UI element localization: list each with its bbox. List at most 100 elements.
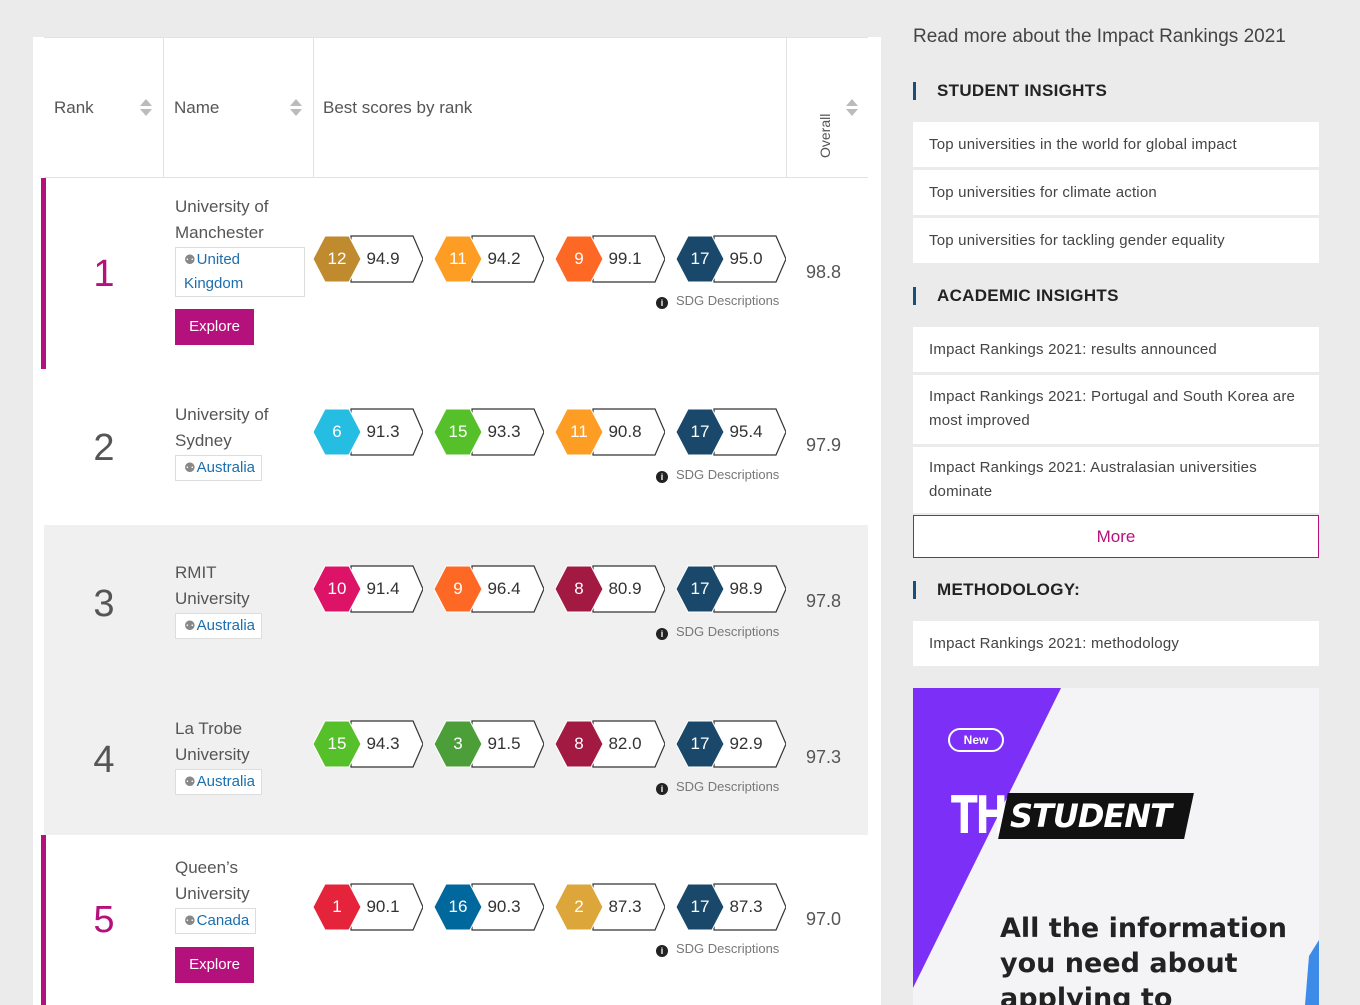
sdg-score-badge[interactable]: 1 90.1: [313, 881, 423, 933]
table-row: 3 RMIT University ⚉Australia 10 91.4 9 96.4 8 80…: [44, 525, 868, 682]
location-pin-icon: ⚉: [184, 252, 196, 267]
scores-column-header: Best scores by rank: [313, 38, 787, 178]
sdg-score-badge[interactable]: 17 95.0: [676, 233, 786, 285]
the-student-advert[interactable]: New THE STUDENT All the information you …: [913, 688, 1319, 1005]
country-tag[interactable]: ⚉Australia: [175, 769, 263, 795]
university-name[interactable]: Queen’s University: [175, 855, 295, 907]
university-name[interactable]: University of Manchester: [175, 194, 295, 246]
sdg-score-badge[interactable]: 10 91.4: [313, 563, 423, 615]
country-tag[interactable]: ⚉Australia: [175, 613, 263, 639]
sdg-number: 17: [690, 579, 710, 598]
location-pin-icon: ⚉: [184, 913, 196, 928]
sdg-score-badge[interactable]: 12 94.9: [313, 233, 423, 285]
sdg-score-badge[interactable]: 9 99.1: [555, 233, 665, 285]
sidebar-link[interactable]: Impact Rankings 2021: Australasian unive…: [913, 447, 1319, 513]
sidebar-link[interactable]: Impact Rankings 2021: methodology: [913, 621, 1319, 666]
sdg-descriptions-link[interactable]: i SDG Descriptions: [656, 779, 779, 795]
advert-text: All the information you need about apply…: [1000, 913, 1288, 1005]
sdg-number: 9: [453, 579, 463, 598]
overall-score: 98.8: [806, 262, 842, 282]
explore-button[interactable]: Explore: [175, 309, 254, 345]
sdg-number: 11: [449, 249, 467, 268]
university-name[interactable]: La Trobe University: [175, 716, 295, 768]
sdg-score: 94.9: [366, 249, 400, 268]
sdg-score: 94.3: [366, 734, 400, 753]
sort-icon[interactable]: [140, 99, 152, 119]
more-button[interactable]: More: [913, 515, 1319, 558]
sdg-score-badge[interactable]: 8 80.9: [555, 563, 665, 615]
rank-number: 5: [93, 899, 115, 941]
sdg-score-badge[interactable]: 15 93.3: [434, 406, 544, 458]
sdg-score-badge[interactable]: 17 92.9: [676, 718, 786, 770]
sdg-descriptions-label: SDG Descriptions: [676, 467, 780, 482]
info-icon: i: [656, 783, 668, 795]
sdg-number: 17: [690, 897, 710, 916]
info-icon: i: [656, 471, 668, 483]
sdg-descriptions-link[interactable]: i SDG Descriptions: [656, 293, 779, 309]
sdg-number: 2: [574, 897, 584, 916]
university-name[interactable]: RMIT University: [175, 560, 295, 612]
sidebar-link[interactable]: Impact Rankings 2021: Portugal and South…: [913, 375, 1319, 444]
sdg-score-badge[interactable]: 15 94.3: [313, 718, 423, 770]
explore-button[interactable]: Explore: [175, 947, 254, 983]
sdg-score-badge[interactable]: 2 87.3: [555, 881, 665, 933]
sdg-number: 6: [332, 422, 342, 441]
sdg-descriptions-link[interactable]: i SDG Descriptions: [656, 467, 779, 483]
sidebar-link[interactable]: Top universities for climate action: [913, 170, 1319, 215]
sdg-score: 94.2: [487, 249, 521, 268]
sdg-score: 87.3: [729, 897, 763, 916]
sdg-score-badge[interactable]: 17 98.9: [676, 563, 786, 615]
sdg-score-badge[interactable]: 6 91.3: [313, 406, 423, 458]
sidebar-link[interactable]: Top universities for tackling gender equ…: [913, 218, 1319, 263]
sdg-number: 11: [570, 422, 588, 441]
sdg-number: 12: [327, 249, 347, 268]
sdg-score-badge[interactable]: 16 90.3: [434, 881, 544, 933]
sdg-score-badge[interactable]: 11 94.2: [434, 233, 544, 285]
university-name[interactable]: University of Sydney: [175, 402, 295, 454]
sidebar-link[interactable]: Impact Rankings 2021: results announced: [913, 327, 1319, 372]
sdg-number: 10: [327, 579, 347, 598]
rank-number: 3: [93, 583, 115, 625]
sdg-score-badge[interactable]: 3 91.5: [434, 718, 544, 770]
sidebar-read-more-heading: Read more about the Impact Rankings 2021: [913, 26, 1286, 47]
overall-column-header[interactable]: Overall: [786, 38, 868, 178]
country-tag[interactable]: ⚉United Kingdom: [175, 247, 305, 297]
table-row: 5 Queen’s University ⚉Canada Explore 1 90.1 16…: [41, 835, 868, 1005]
sort-icon[interactable]: [290, 99, 302, 119]
sdg-score: 92.9: [729, 734, 763, 753]
sidebar-link[interactable]: Top universities in the world for global…: [913, 122, 1319, 167]
sdg-descriptions-link[interactable]: i SDG Descriptions: [656, 624, 779, 640]
rank-column-header[interactable]: Rank: [44, 38, 164, 178]
sdg-number: 15: [448, 422, 468, 441]
info-icon: i: [656, 297, 668, 309]
sdg-number: 8: [574, 579, 584, 598]
sdg-score-badge[interactable]: 11 90.8: [555, 406, 665, 458]
sdg-score-badge[interactable]: 17 87.3: [676, 881, 786, 933]
sdg-number: 17: [690, 734, 710, 753]
sidebar: Read more about the Impact Rankings 2021…: [913, 24, 1319, 1005]
sdg-descriptions-link[interactable]: i SDG Descriptions: [656, 941, 779, 957]
scores-header-label: Best scores by rank: [323, 98, 473, 117]
sdg-score-badge[interactable]: 9 96.4: [434, 563, 544, 615]
overall-header-label: Overall: [817, 113, 833, 158]
sdg-score-badge[interactable]: 8 82.0: [555, 718, 665, 770]
overall-score: 97.9: [806, 435, 842, 455]
sdg-score: 82.0: [608, 734, 642, 753]
country-tag[interactable]: ⚉Australia: [175, 455, 263, 481]
sort-icon[interactable]: [846, 99, 858, 119]
rankings-panel: Rank Name Best scores by rank Overall 1 U…: [33, 37, 881, 1005]
new-badge: New: [948, 728, 1004, 752]
sdg-number: 1: [332, 897, 342, 916]
sdg-number: 8: [574, 734, 584, 753]
table-row: 2 University of Sydney ⚉Australia 6 91.3 15 93…: [44, 369, 868, 525]
table-row: 1 University of Manchester ⚉United Kingdom…: [41, 178, 868, 369]
sdg-score-badge[interactable]: 17 95.4: [676, 406, 786, 458]
academic-insights-heading: ACADEMIC INSIGHTS: [913, 287, 1119, 305]
rank-number: 2: [93, 427, 115, 469]
name-header-label: Name: [174, 98, 220, 117]
name-column-header[interactable]: Name: [163, 38, 313, 178]
sdg-descriptions-label: SDG Descriptions: [676, 293, 780, 308]
country-tag[interactable]: ⚉Canada: [175, 908, 257, 934]
location-pin-icon: ⚉: [184, 774, 196, 789]
overall-score: 97.3: [806, 747, 842, 767]
